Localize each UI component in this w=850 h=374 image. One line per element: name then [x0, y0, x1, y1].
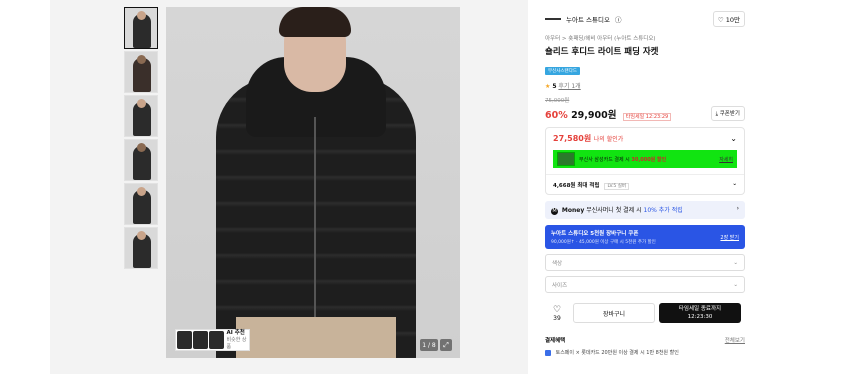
like-button[interactable]: ♡ 10만	[712, 11, 745, 27]
star-icon: ★	[545, 83, 551, 90]
product-title: 숄리드 후디드 라이트 패딩 자켓	[545, 47, 659, 57]
review-link[interactable]: 후기 1개	[558, 83, 580, 90]
size-select[interactable]: 사이즈 ⌄	[545, 276, 745, 293]
brand-name[interactable]: 누아트 스튜디오	[566, 14, 610, 24]
benefit-text: 토스페이 × 롯데카드 20만원 이상 결제 시 1만 8천원 할인	[555, 350, 679, 356]
chevron-down-icon: ⌄	[733, 259, 738, 266]
sale-price: 29,900원	[571, 109, 617, 121]
color-select[interactable]: 색상 ⌄	[545, 254, 745, 271]
lowest-price-row[interactable]: 27,580원 나의 할인가 ⌄	[553, 133, 737, 144]
download-icon: ⤓	[715, 111, 718, 117]
wishlist-button[interactable]: ♡ 39	[545, 305, 569, 322]
card-promo[interactable]: 무신사 삼성카드 결제 시 30,000원 할인 자세히	[553, 150, 737, 168]
price-row: 60% 29,900원 타임세일 12:23:29 ⤓ 쿠폰받기	[545, 106, 745, 121]
thumbnail-list	[124, 7, 160, 271]
card-promo-left: 무신사 삼성카드 결제 시 30,000원 할인	[557, 152, 666, 166]
ai-thumb	[177, 331, 192, 349]
benefit-header: 결제혜택 전체보기	[545, 336, 745, 344]
pants-shape	[236, 317, 396, 358]
price: 60% 29,900원 타임세일 12:23:29	[545, 107, 672, 121]
discount-rate: 60%	[545, 109, 568, 121]
timer-badge: 타임세일 12:23:29	[622, 112, 672, 121]
wishlist-count: 39	[553, 314, 561, 322]
points-row[interactable]: 4,668원 최대 적립 LV.5 실버 ⌄	[546, 174, 744, 190]
money-text: M Money 무신사머니 첫 결제 시 10% 추가 적립	[551, 205, 683, 215]
benefit-item: 토스페이 × 롯데카드 20만원 이상 결제 시 1만 8천원 할인	[545, 349, 745, 356]
lowest-price-label: 나의 할인가	[593, 136, 624, 143]
ai-subtitle: 비슷한 상품	[226, 336, 247, 350]
coupon-button[interactable]: ⤓ 쿠폰받기	[710, 106, 745, 121]
brand-coupon-sub: 90,000원↑ · 45,000원 이상 구매 시 5천원 추가 할인	[551, 240, 656, 245]
lowest-price: 27,580원	[553, 134, 592, 143]
benefit-more-link[interactable]: 전체보기	[725, 336, 745, 344]
brand-coupon-title: 누아트 스튜디오 5천원 장바구니 쿠폰	[551, 231, 639, 237]
ai-text: AI 추천 비슷한 상품	[227, 330, 248, 351]
toss-icon	[545, 349, 551, 356]
lowest-price-box: 27,580원 나의 할인가 ⌄ 무신사 삼성카드 결제 시 30,000원 할…	[545, 127, 745, 195]
brand-logo	[545, 18, 561, 20]
breadcrumb[interactable]: 아우터 > 숏패딩/헤비 아우터 (누아트 스튜디오)	[545, 34, 745, 42]
card-icon	[557, 152, 575, 166]
thumbnail[interactable]	[124, 51, 158, 93]
color-select-label: 색상	[552, 260, 563, 267]
buy-button[interactable]: 타임세일 종료까지 12:23:30	[659, 303, 741, 323]
ai-thumb	[192, 331, 208, 349]
rating: ★ 5 후기 1개	[545, 81, 745, 90]
thumbnail[interactable]	[124, 95, 158, 137]
buy-line2: 12:23:30	[687, 314, 713, 320]
card-promo-text: 무신사 삼성카드 결제 시	[579, 156, 630, 163]
action-row: ♡ 39 장바구니 타임세일 종료까지 12:23:30	[545, 303, 745, 323]
expand-icon[interactable]: ⤢	[440, 339, 452, 351]
brand-row: 누아트 스튜디오 ⓘ ♡ 10만	[545, 8, 745, 30]
buy-line1: 타임세일 종료까지	[678, 306, 722, 312]
level-tag: LV.5 실버	[604, 183, 629, 190]
zipper-shape	[314, 117, 316, 317]
points-amount: 4,668원 최대 적립	[553, 183, 600, 189]
ai-title: AI 추천	[226, 329, 245, 336]
badge: 무신사스탠다드	[545, 67, 580, 75]
cart-button[interactable]: 장바구니	[573, 303, 655, 323]
thumbnail[interactable]	[124, 183, 158, 225]
money-icon: M	[551, 208, 558, 215]
like-count: 10만	[725, 16, 740, 24]
rating-value: 5	[552, 83, 557, 90]
brand-left: 누아트 스튜디오 ⓘ	[545, 14, 621, 24]
chevron-down-icon: ⌄	[733, 281, 738, 288]
brand-coupon-banner[interactable]: 누아트 스튜디오 5천원 장바구니 쿠폰 90,000원↑ · 45,000원 …	[545, 225, 745, 249]
lowest-price-text: 27,580원 나의 할인가	[553, 133, 623, 144]
chevron-right-icon: ›	[736, 205, 739, 212]
ai-thumb	[208, 331, 224, 349]
money-desc: 무신사머니 첫 결제 시	[586, 207, 642, 214]
brand-coupon-download[interactable]: 2장 받기	[720, 234, 739, 241]
thumbnail[interactable]	[124, 7, 158, 49]
ai-recommend-box[interactable]: AI 추천 비슷한 상품	[175, 329, 250, 351]
thumbnail[interactable]	[124, 139, 158, 181]
heart-icon: ♡	[552, 304, 562, 315]
heart-icon: ♡	[717, 16, 724, 24]
chevron-down-icon: ⌄	[732, 181, 737, 187]
benefit-title: 결제혜택	[545, 338, 566, 344]
info-icon[interactable]: ⓘ	[615, 14, 622, 24]
chevron-down-icon: ⌄	[730, 134, 737, 143]
thumbnail[interactable]	[124, 227, 158, 269]
product-info: 누아트 스튜디오 ⓘ ♡ 10만 아우터 > 숏패딩/헤비 아우터 (누아트 스…	[545, 8, 745, 356]
money-highlight: 10% 추가 적립	[643, 207, 683, 214]
money-banner[interactable]: M Money 무신사머니 첫 결제 시 10% 추가 적립 ›	[545, 201, 745, 219]
main-product-image[interactable]	[166, 7, 460, 358]
size-select-label: 사이즈	[552, 282, 568, 289]
card-promo-amount: 30,000원 할인	[631, 156, 667, 163]
coupon-label: 쿠폰받기	[719, 111, 740, 117]
card-promo-link[interactable]: 자세히	[719, 156, 733, 163]
points-text: 4,668원 최대 적립 LV.5 실버	[553, 181, 629, 190]
model-hair	[279, 7, 351, 37]
image-pager: 1 / 8	[420, 339, 438, 351]
original-price: 75,000원	[545, 98, 570, 104]
money-label: Money	[561, 207, 585, 214]
